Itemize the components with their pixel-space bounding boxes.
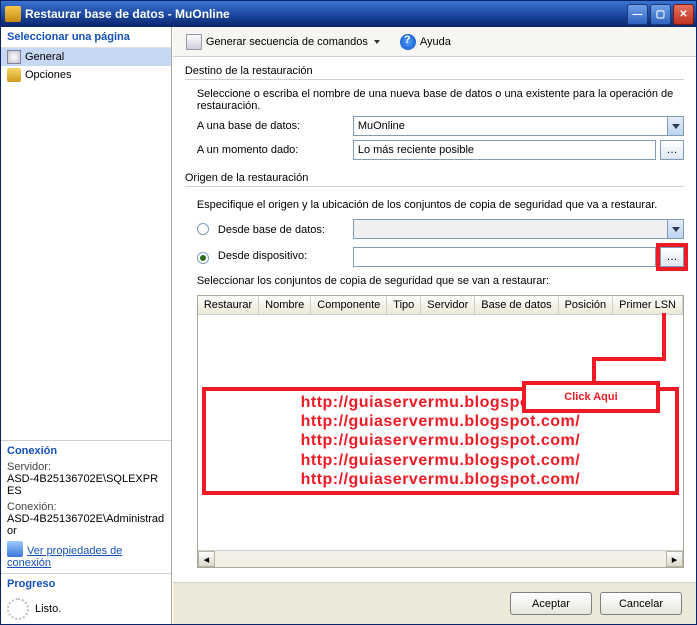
help-button[interactable]: Ayuda [393, 31, 458, 53]
to-database-combo[interactable]: MuOnline [353, 116, 684, 136]
destination-group: Destino de la restauración Seleccione o … [185, 65, 684, 164]
main-pane: Generar secuencia de comandos Ayuda Dest… [172, 27, 696, 624]
from-database-combo [353, 219, 684, 239]
sidebar-item-options[interactable]: Opciones [1, 66, 171, 84]
col-server[interactable]: Servidor [421, 296, 475, 314]
connection-section: Conexión Servidor: ASD-4B25136702E\SQLEX… [1, 440, 171, 573]
col-first-lsn[interactable]: Primer LSN [613, 296, 683, 314]
col-restore[interactable]: Restaurar [198, 296, 259, 314]
source-help: Especifique el origen y la ubicación de … [185, 199, 684, 211]
button-label: Ayuda [420, 36, 451, 48]
window-title: Restaurar base de datos - MuOnline [25, 7, 627, 21]
from-database-radio[interactable] [197, 223, 209, 235]
source-group: Origen de la restauración Especifique el… [185, 172, 684, 568]
server-value: ASD-4B25136702E\SQLEXPRES [7, 473, 165, 497]
click-here-callout: Click Aqui [522, 381, 660, 413]
backup-sets-label: Seleccionar los conjuntos de copia de se… [185, 275, 684, 287]
scroll-left-button[interactable]: ◂ [198, 551, 215, 567]
sidebar-header: Seleccionar una página [1, 27, 171, 48]
section-title: Conexión [7, 445, 165, 457]
from-device-radio-row[interactable]: Desde dispositivo: [185, 250, 345, 264]
point-in-time-browse-button[interactable]: … [660, 140, 684, 160]
scroll-track[interactable] [215, 551, 666, 567]
script-icon [186, 34, 202, 50]
horizontal-scrollbar[interactable]: ◂ ▸ [198, 550, 683, 567]
field-value: Lo más reciente posible [358, 144, 474, 156]
connection-label: Conexión: [7, 501, 165, 513]
section-title: Progreso [7, 578, 165, 590]
col-component[interactable]: Componente [311, 296, 387, 314]
grid-header: Restaurar Nombre Componente Tipo Servido… [198, 296, 683, 315]
progress-status: Listo. [35, 603, 61, 615]
grid-body: http://guiaservermu.blogspot.com/ http:/… [198, 315, 683, 550]
view-connection-properties-link[interactable]: Ver propiedades de conexión [7, 545, 122, 569]
device-browse-button[interactable]: … [660, 247, 684, 267]
group-title: Origen de la restauración [185, 172, 684, 186]
col-database[interactable]: Base de datos [475, 296, 558, 314]
sidebar: Seleccionar una página General Opciones … [1, 27, 172, 624]
server-label: Servidor: [7, 461, 165, 473]
close-button[interactable]: ✕ [673, 4, 694, 25]
progress-spinner-icon [7, 598, 29, 620]
button-label: Generar secuencia de comandos [206, 36, 368, 48]
help-icon [400, 34, 416, 50]
combo-value: MuOnline [358, 120, 405, 132]
titlebar[interactable]: Restaurar base de datos - MuOnline — ▢ ✕ [1, 1, 696, 27]
from-device-radio[interactable] [197, 252, 209, 264]
callout-line [596, 357, 666, 361]
destination-help: Seleccione o escriba el nombre de una nu… [185, 88, 684, 112]
from-database-radio-row[interactable]: Desde base de datos: [185, 223, 345, 236]
chevron-down-icon[interactable] [667, 117, 683, 135]
callout-line [662, 313, 666, 357]
maximize-button[interactable]: ▢ [650, 4, 671, 25]
point-in-time-field: Lo más reciente posible [353, 140, 656, 160]
link-icon [7, 541, 23, 557]
col-position[interactable]: Posición [559, 296, 614, 314]
callout-line [592, 357, 596, 381]
col-type[interactable]: Tipo [387, 296, 421, 314]
sidebar-item-label: General [25, 51, 64, 63]
dialog-window: Restaurar base de datos - MuOnline — ▢ ✕… [0, 0, 697, 625]
minimize-button[interactable]: — [627, 4, 648, 25]
page-icon [7, 50, 21, 64]
radio-label: Desde base de datos: [218, 224, 325, 236]
device-path-field[interactable] [353, 247, 656, 267]
chevron-down-icon [667, 220, 683, 238]
backup-sets-grid[interactable]: Restaurar Nombre Componente Tipo Servido… [197, 295, 684, 568]
dialog-footer: Aceptar Cancelar [173, 582, 696, 624]
connection-value: ASD-4B25136702E\Administrador [7, 513, 165, 537]
progress-section: Progreso Listo. [1, 573, 171, 624]
scroll-right-button[interactable]: ▸ [666, 551, 683, 567]
toolbar: Generar secuencia de comandos Ayuda [173, 27, 696, 57]
chevron-down-icon [374, 40, 380, 44]
sidebar-item-general[interactable]: General [1, 48, 171, 66]
app-icon [5, 6, 21, 22]
sidebar-item-label: Opciones [25, 69, 71, 81]
page-icon [7, 68, 21, 82]
col-name[interactable]: Nombre [259, 296, 311, 314]
to-database-label: A una base de datos: [185, 120, 345, 132]
radio-label: Desde dispositivo: [218, 250, 307, 262]
group-title: Destino de la restauración [185, 65, 684, 79]
generate-script-button[interactable]: Generar secuencia de comandos [179, 31, 387, 53]
ok-button[interactable]: Aceptar [510, 592, 592, 615]
to-point-in-time-label: A un momento dado: [185, 144, 345, 156]
cancel-button[interactable]: Cancelar [600, 592, 682, 615]
